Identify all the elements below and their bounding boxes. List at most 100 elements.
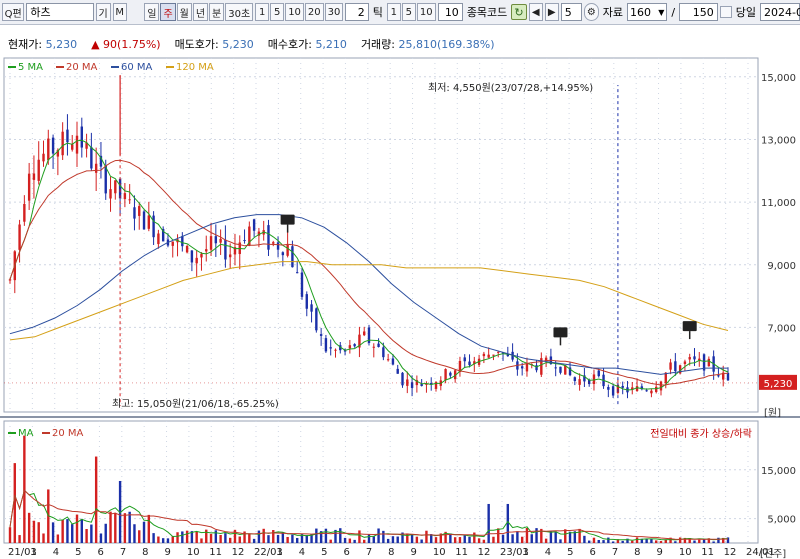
- candle-body: [334, 349, 337, 351]
- candle-body: [300, 272, 304, 297]
- mode-button-2[interactable]: M: [112, 3, 127, 21]
- volume-legend-label: 20 MA: [52, 428, 84, 439]
- volume-bar: [138, 530, 141, 543]
- interval-button-2[interactable]: 10: [285, 3, 304, 21]
- interval-input[interactable]: 2: [345, 3, 369, 21]
- tick-button-1[interactable]: 5: [401, 3, 416, 21]
- search-label: Q편: [4, 8, 22, 20]
- date-field[interactable]: 2024-0: [760, 3, 800, 21]
- volume-bar: [104, 523, 107, 543]
- volume-bar: [142, 521, 146, 543]
- candle-body: [276, 242, 280, 250]
- data-label: 자료: [602, 6, 623, 19]
- candle-body: [559, 366, 562, 373]
- tick-button-0[interactable]: 1: [386, 3, 401, 21]
- volume-bar: [497, 528, 500, 543]
- candle-body: [717, 375, 720, 377]
- candle-body: [109, 189, 112, 199]
- volume-bar: [549, 531, 553, 543]
- candle-body: [228, 254, 232, 258]
- volume-bar: [66, 519, 69, 543]
- volume-bar: [501, 534, 505, 543]
- candle-body: [75, 135, 79, 154]
- tick-buttons: 1 5 10: [386, 3, 436, 21]
- volume-bar: [200, 538, 203, 543]
- candle-body: [142, 211, 146, 230]
- volume-panel: [3, 420, 759, 544]
- candle-body: [157, 233, 160, 245]
- period-button-1[interactable]: 주: [160, 3, 176, 21]
- candle-body: [693, 356, 696, 360]
- volume-label: 거래량:: [360, 38, 396, 51]
- separator: /: [671, 5, 676, 19]
- candle-body: [171, 241, 174, 246]
- volume-bar: [415, 536, 419, 543]
- refresh-icon[interactable]: ↻: [511, 4, 527, 20]
- volume-bar: [554, 531, 557, 543]
- x-tick-label: 12: [724, 547, 737, 558]
- candle-body: [396, 368, 399, 374]
- today-checkbox[interactable]: [719, 6, 732, 18]
- period-button-0[interactable]: 일: [144, 3, 160, 21]
- period-button-5[interactable]: 30초: [225, 3, 254, 21]
- x-tick-label: 10: [187, 547, 200, 558]
- candle-body: [607, 387, 610, 390]
- period-button-3[interactable]: 년: [192, 3, 209, 21]
- period-button-4[interactable]: 분: [209, 3, 225, 21]
- volume-bar: [181, 531, 184, 543]
- data-count: 160: [629, 5, 651, 19]
- candle-body: [650, 390, 653, 394]
- volume-bar: [71, 524, 74, 543]
- candle-body: [688, 357, 691, 360]
- candle-body: [18, 224, 21, 250]
- volume-info: 거래량: 25,810(169.38%): [361, 36, 495, 52]
- interval-button-4[interactable]: 30: [324, 3, 344, 21]
- candle-body: [674, 361, 677, 372]
- data-count-select[interactable]: 160 ▼: [626, 3, 668, 21]
- volume-bar: [597, 539, 600, 543]
- volume-bar: [171, 536, 174, 543]
- interval-button-3[interactable]: 20: [304, 3, 324, 21]
- volume-bar: [363, 539, 366, 543]
- volume-bar: [276, 534, 280, 543]
- volume-bar: [324, 528, 328, 543]
- volume-bar: [425, 530, 428, 543]
- interval-button-1[interactable]: 5: [270, 3, 285, 21]
- next-arrow-icon[interactable]: ▶: [544, 3, 559, 21]
- signal-flag-icon: [553, 327, 568, 338]
- volume-bar: [252, 538, 256, 543]
- interval-button-0[interactable]: 1: [255, 3, 270, 21]
- candle-body: [133, 207, 136, 219]
- toolbar: Q편 하츠 기 M 일 주 월 년 분 30초 1 5 10 20 30 2 틱 1 5 10 10 …: [0, 0, 800, 25]
- volume-bar: [348, 538, 352, 543]
- volume-bar: [698, 539, 701, 543]
- mode-button-1[interactable]: 기: [95, 3, 111, 21]
- tick-input[interactable]: 10: [437, 3, 463, 21]
- candle-body: [71, 144, 74, 150]
- candle-body: [377, 343, 380, 347]
- x-tick-label: 10: [679, 547, 692, 558]
- candle-body: [32, 173, 36, 180]
- stock-chart[interactable]: 15,00013,00011,0009,0007,000[원]21/013 4 5 6…: [0, 55, 800, 559]
- volume-bar: [8, 527, 12, 543]
- volume-bar: [56, 534, 60, 543]
- stock-name-field[interactable]: 하츠: [26, 3, 94, 21]
- ask-label: 매도호가:: [174, 38, 219, 51]
- x-tick-label: 11: [209, 547, 222, 558]
- volume-bar: [453, 537, 457, 543]
- candle-body: [382, 347, 385, 358]
- prev-arrow-icon[interactable]: ◀: [528, 3, 543, 21]
- candle-body: [80, 126, 83, 148]
- data-total-field[interactable]: 150: [679, 3, 718, 21]
- period-button-2[interactable]: 월: [176, 3, 192, 21]
- search-button[interactable]: Q편: [2, 3, 25, 21]
- volume-tick-label: 5,000: [767, 515, 796, 526]
- volume-bar: [631, 540, 634, 543]
- legend-label: 60 MA: [121, 62, 153, 73]
- volume-bar: [583, 535, 586, 543]
- volume-bar: [492, 536, 495, 543]
- tick-button-2[interactable]: 10: [416, 3, 436, 21]
- candle-body: [319, 334, 323, 336]
- stepper-input[interactable]: 5: [560, 3, 583, 21]
- settings-icon[interactable]: ⚙: [584, 3, 599, 21]
